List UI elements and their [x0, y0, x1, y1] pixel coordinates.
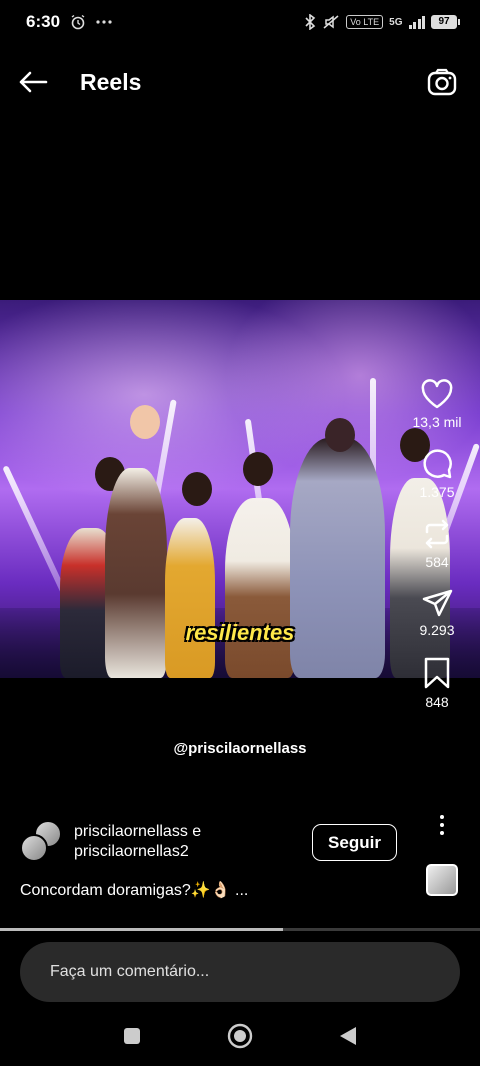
dancer-head: [130, 405, 160, 439]
audio-thumbnail[interactable]: [426, 864, 458, 896]
repost-count: 584: [425, 554, 449, 570]
dancer-head: [325, 418, 355, 452]
heart-icon: [421, 379, 453, 409]
mute-icon: [323, 15, 339, 29]
dancer-head: [182, 472, 212, 506]
network-label: 5G: [389, 16, 403, 28]
video-progress-fill: [0, 928, 284, 931]
nav-home-icon: [227, 1023, 253, 1049]
page-title: Reels: [80, 68, 142, 95]
more-vertical-icon: [440, 815, 444, 819]
author-names[interactable]: priscilaornellass e priscilaornellas2: [74, 822, 201, 862]
nav-recents-icon: [124, 1028, 140, 1044]
dancer: [225, 498, 295, 678]
dancer: [105, 468, 167, 678]
save-count: 848: [425, 694, 449, 710]
back-button[interactable]: [18, 62, 58, 102]
status-bar: 6:30 Vo LTE 5G 97: [0, 0, 480, 44]
avatar: [20, 834, 48, 862]
more-notifications-icon: [96, 20, 112, 24]
bookmark-icon: [424, 657, 450, 689]
comment-button[interactable]: 1.375: [419, 448, 455, 500]
like-count: 13,3 mil: [412, 414, 462, 430]
nav-home-button[interactable]: [226, 1022, 254, 1050]
repost-icon: [425, 519, 449, 549]
battery-level: 97: [431, 15, 457, 29]
comment-input[interactable]: [50, 963, 460, 981]
video-watermark: @priscilaornellass: [173, 740, 307, 757]
nav-back-icon: [340, 1027, 356, 1045]
dancer-head: [243, 452, 273, 486]
system-nav-bar: [0, 1006, 480, 1066]
comment-box[interactable]: [20, 942, 460, 1002]
video-progress[interactable]: [0, 928, 480, 931]
follow-button[interactable]: Seguir: [312, 824, 397, 861]
share-button[interactable]: 9.293: [419, 588, 455, 638]
comment-count: 1.375: [419, 484, 455, 500]
author-avatars[interactable]: [20, 820, 66, 864]
status-left-icons: [70, 14, 112, 30]
nav-back-button[interactable]: [334, 1022, 362, 1050]
signal-icon: [408, 15, 425, 29]
repost-button[interactable]: 584: [421, 518, 453, 570]
dancer: [165, 518, 215, 678]
top-bar: Reels: [0, 48, 480, 116]
author-name-primary: priscilaornellass e: [74, 823, 202, 840]
share-count: 9.293: [419, 622, 455, 638]
volte-badge: Vo LTE: [346, 15, 384, 29]
battery-icon: 97: [431, 15, 460, 29]
more-options-button[interactable]: [430, 810, 454, 840]
alarm-icon: [71, 14, 85, 30]
save-button[interactable]: 848: [422, 656, 452, 710]
action-rail: 13,3 mil 1.375 584 9.293 848: [394, 378, 480, 710]
like-button[interactable]: 13,3 mil: [412, 378, 462, 430]
camera-icon: [427, 68, 457, 96]
status-time: 6:30: [26, 12, 61, 31]
comment-icon: [423, 449, 452, 479]
share-icon: [422, 589, 453, 617]
author-name-secondary: priscilaornellas2: [74, 843, 189, 860]
back-arrow-icon: [19, 71, 48, 93]
bluetooth-icon: [305, 14, 316, 30]
nav-recents-button[interactable]: [118, 1022, 146, 1050]
post-caption[interactable]: Concordam doramigas?✨👌🏻 ...: [20, 880, 248, 900]
status-right: Vo LTE 5G 97: [304, 14, 460, 30]
camera-button[interactable]: [422, 62, 462, 102]
